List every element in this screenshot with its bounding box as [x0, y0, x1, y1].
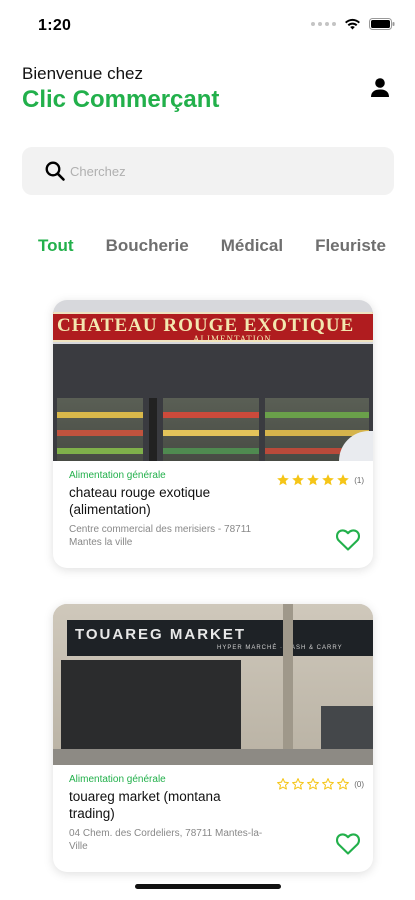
category-tabs: Tout Boucherie Médical Fleuriste: [38, 236, 415, 256]
star-filled-icon: [277, 474, 290, 486]
search-icon: [45, 161, 65, 181]
tab-tout[interactable]: Tout: [38, 236, 74, 256]
search-input[interactable]: [70, 163, 350, 179]
status-time: 1:20: [38, 17, 72, 34]
star-filled-icon: [337, 474, 350, 486]
status-icons: [311, 18, 395, 30]
shop-card[interactable]: TOUAREG MARKET HYPER MARCHÉ · CASH & CAR…: [53, 604, 373, 872]
star-outline-icon: [292, 778, 305, 790]
shop-address: Centre commercial des merisiers - 78711 …: [69, 524, 252, 548]
signal-dots-icon: [311, 22, 336, 26]
star-filled-icon: [307, 474, 320, 486]
storefront-sign: CHATEAU ROUGE EXOTIQUE ALIMENTATION: [53, 312, 373, 344]
rating-count: (1): [354, 475, 364, 485]
tab-fleuriste[interactable]: Fleuriste: [315, 236, 386, 256]
heart-icon[interactable]: [335, 528, 361, 552]
rating-count: (0): [354, 779, 364, 789]
star-filled-icon: [322, 474, 335, 486]
star-filled-icon: [292, 474, 305, 486]
storefront-sign: TOUAREG MARKET HYPER MARCHÉ · CASH & CAR…: [67, 620, 373, 656]
shop-name: touareg market (montana trading): [69, 789, 221, 821]
star-rating: (0): [275, 777, 364, 791]
star-outline-icon: [307, 778, 320, 790]
star-rating: (1): [275, 473, 364, 487]
shop-name: chateau rouge exotique (alimentation): [69, 485, 211, 517]
shop-image: CHATEAU ROUGE EXOTIQUE ALIMENTATION: [53, 300, 373, 461]
star-outline-icon: [277, 778, 290, 790]
battery-icon: [369, 18, 395, 30]
shop-address: 04 Chem. des Cordeliers, 78711 Mantes-la…: [69, 828, 263, 852]
welcome-text: Bienvenue chez: [22, 64, 143, 83]
person-icon[interactable]: [369, 77, 391, 99]
tab-medical[interactable]: Médical: [221, 236, 283, 256]
star-outline-icon: [322, 778, 335, 790]
status-bar: 1:20: [0, 0, 415, 50]
home-indicator[interactable]: [135, 884, 281, 889]
star-outline-icon: [337, 778, 350, 790]
shop-image: TOUAREG MARKET HYPER MARCHÉ · CASH & CAR…: [53, 604, 373, 765]
tab-boucherie[interactable]: Boucherie: [106, 236, 189, 256]
wifi-icon: [345, 18, 360, 30]
heart-icon[interactable]: [335, 832, 361, 856]
shop-card[interactable]: CHATEAU ROUGE EXOTIQUE ALIMENTATION Alim…: [53, 300, 373, 568]
search-bar[interactable]: [22, 147, 394, 195]
brand-title: Clic Commerçant: [22, 86, 220, 113]
